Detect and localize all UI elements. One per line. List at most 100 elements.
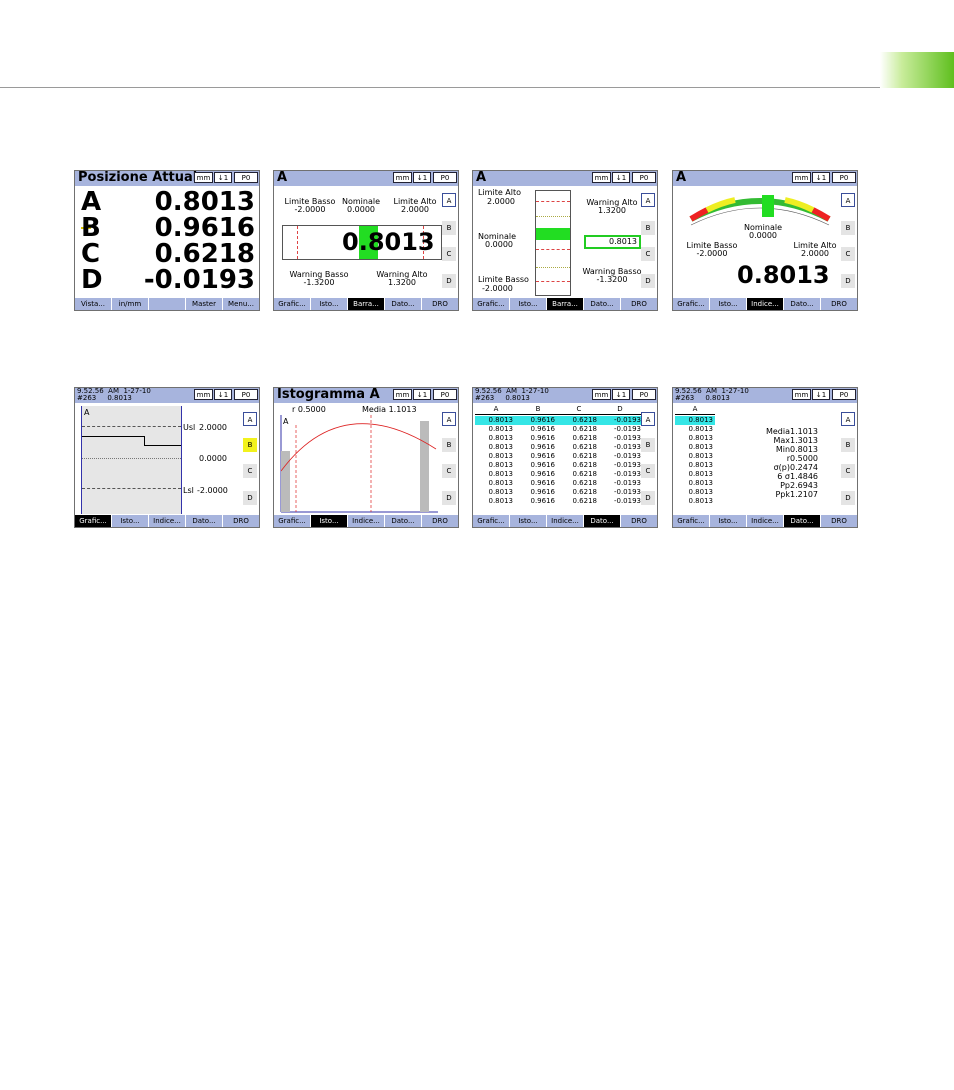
softkey-isto[interactable]: Isto... [710, 298, 747, 310]
channel-b-button[interactable]: B [841, 221, 855, 235]
softkey-vista[interactable]: Vista... [75, 298, 112, 310]
table-row[interactable]: 0.8013 0.9616 0.6218 -0.0193 [475, 425, 642, 434]
softkey-units[interactable]: in/mm [112, 298, 149, 310]
channel-a-button[interactable]: A [442, 412, 456, 426]
channel-a-button[interactable]: A [841, 193, 855, 207]
channel-c-button[interactable]: C [841, 464, 855, 478]
softkey-barra[interactable]: Barra... [547, 298, 584, 310]
channel-b-button[interactable]: B [641, 221, 655, 235]
units-button[interactable]: mm [592, 389, 611, 400]
softkey-dro[interactable]: DRO [621, 298, 657, 310]
channel-a-button[interactable]: A [641, 193, 655, 207]
part-button[interactable]: P0 [832, 389, 856, 400]
softkey-dro[interactable]: DRO [621, 515, 657, 527]
channel-c-button[interactable]: C [243, 464, 257, 478]
table-row[interactable]: 0.8013 0.9616 0.6218 -0.0193 [475, 479, 642, 488]
channel-d-button[interactable]: D [243, 491, 257, 505]
softkey-master[interactable]: Master [186, 298, 223, 310]
softkey-isto[interactable]: Isto... [112, 515, 149, 527]
sort-icon[interactable]: ↓1 [612, 389, 630, 400]
part-button[interactable]: P0 [234, 172, 258, 183]
softkey-dato[interactable]: Dato... [584, 515, 621, 527]
sort-icon[interactable]: ↓1 [413, 172, 431, 183]
softkey-grafic[interactable]: Grafic... [274, 298, 311, 310]
softkey-indice[interactable]: Indice... [547, 515, 584, 527]
table-row[interactable]: 0.8013 0.9616 0.6218 -0.0193 [475, 416, 641, 425]
channel-c-button[interactable]: C [841, 247, 855, 261]
units-button[interactable]: mm [792, 389, 811, 400]
channel-b-button[interactable]: B [442, 438, 456, 452]
channel-a-button[interactable]: A [641, 412, 655, 426]
table-row[interactable]: 0.8013 [675, 461, 715, 470]
softkey-dato[interactable]: Dato... [784, 515, 821, 527]
softkey-dato[interactable]: Dato... [186, 515, 223, 527]
units-button[interactable]: mm [792, 172, 811, 183]
softkey-isto[interactable]: Isto... [311, 515, 348, 527]
channel-d-button[interactable]: D [442, 274, 456, 288]
channel-c-button[interactable]: C [641, 464, 655, 478]
softkey-dro[interactable]: DRO [821, 298, 857, 310]
softkey-menu[interactable]: Menu... [223, 298, 259, 310]
table-row[interactable]: 0.8013 0.9616 0.6218 -0.0193 [475, 443, 642, 452]
table-row[interactable]: 0.8013 0.9616 0.6218 -0.0193 [475, 497, 642, 506]
units-button[interactable]: mm [393, 389, 412, 400]
channel-d-button[interactable]: D [841, 491, 855, 505]
channel-a-button[interactable]: A [841, 412, 855, 426]
softkey-dato[interactable]: Dato... [584, 298, 621, 310]
softkey-isto[interactable]: Isto... [510, 298, 547, 310]
softkey-isto[interactable]: Isto... [710, 515, 747, 527]
softkey-isto[interactable]: Isto... [510, 515, 547, 527]
part-button[interactable]: P0 [433, 389, 457, 400]
channel-a-button[interactable]: A [243, 412, 257, 426]
sort-icon[interactable]: ↓1 [214, 389, 232, 400]
table-row[interactable]: 0.8013 [675, 479, 715, 488]
softkey-dato[interactable]: Dato... [385, 515, 422, 527]
part-button[interactable]: P0 [433, 172, 457, 183]
channel-c-button[interactable]: C [442, 464, 456, 478]
table-row[interactable]: 0.8013 [675, 497, 715, 506]
table-row[interactable]: 0.8013 0.9616 0.6218 -0.0193 [475, 488, 642, 497]
sort-icon[interactable]: ↓1 [214, 172, 232, 183]
channel-c-button[interactable]: C [641, 247, 655, 261]
channel-a-button[interactable]: A [442, 193, 456, 207]
channel-b-button[interactable]: B [841, 438, 855, 452]
softkey-indice[interactable]: Indice... [747, 298, 784, 310]
sort-icon[interactable]: ↓1 [612, 172, 630, 183]
channel-d-button[interactable]: D [641, 491, 655, 505]
softkey-blank[interactable] [149, 298, 186, 310]
sort-icon[interactable]: ↓1 [812, 172, 830, 183]
table-row[interactable]: 0.8013 [675, 488, 715, 497]
softkey-dro[interactable]: DRO [422, 515, 458, 527]
table-row[interactable]: 0.8013 [675, 434, 715, 443]
table-row[interactable]: 0.8013 [675, 416, 715, 425]
softkey-grafic[interactable]: Grafic... [274, 515, 311, 527]
part-button[interactable]: P0 [632, 172, 656, 183]
units-button[interactable]: mm [592, 172, 611, 183]
softkey-grafic[interactable]: Grafic... [75, 515, 112, 527]
softkey-grafic[interactable]: Grafic... [473, 515, 510, 527]
table-row[interactable]: 0.8013 [675, 470, 715, 479]
softkey-dato[interactable]: Dato... [385, 298, 422, 310]
units-button[interactable]: mm [194, 389, 213, 400]
softkey-isto[interactable]: Isto... [311, 298, 348, 310]
sort-icon[interactable]: ↓1 [812, 389, 830, 400]
softkey-dato[interactable]: Dato... [784, 298, 821, 310]
table-row[interactable]: 0.8013 0.9616 0.6218 -0.0193 [475, 452, 642, 461]
sort-icon[interactable]: ↓1 [413, 389, 431, 400]
table-row[interactable]: 0.8013 [675, 452, 715, 461]
softkey-grafic[interactable]: Grafic... [673, 298, 710, 310]
channel-b-button[interactable]: B [442, 221, 456, 235]
softkey-grafic[interactable]: Grafic... [473, 298, 510, 310]
part-button[interactable]: P0 [832, 172, 856, 183]
channel-d-button[interactable]: D [641, 274, 655, 288]
table-row[interactable]: 0.8013 0.9616 0.6218 -0.0193 [475, 434, 642, 443]
channel-c-button[interactable]: C [442, 247, 456, 261]
part-button[interactable]: P0 [234, 389, 258, 400]
units-button[interactable]: mm [194, 172, 213, 183]
table-row[interactable]: 0.8013 [675, 425, 715, 434]
channel-d-button[interactable]: D [442, 491, 456, 505]
table-row[interactable]: 0.8013 0.9616 0.6218 -0.0193 [475, 470, 642, 479]
softkey-dro[interactable]: DRO [821, 515, 857, 527]
softkey-dro[interactable]: DRO [223, 515, 259, 527]
part-button[interactable]: P0 [632, 389, 656, 400]
